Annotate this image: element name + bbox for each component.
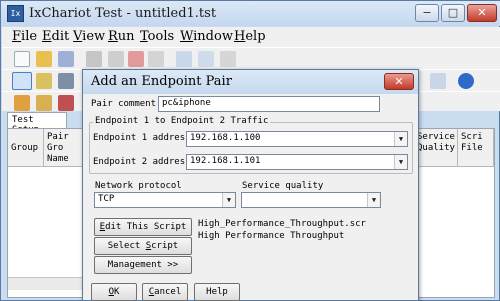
menu-tools-label: ools — [147, 29, 175, 44]
network-protocol-label: Network protocol — [95, 181, 182, 191]
info-icon[interactable] — [458, 73, 474, 89]
service-quality-label: Service quality — [242, 181, 324, 191]
menu-window-label: indow — [193, 29, 233, 44]
column-script-file[interactable]: Scri File — [458, 129, 494, 167]
service-quality-select[interactable]: ▼ — [241, 192, 381, 208]
menu-tools-accel: T — [140, 29, 148, 44]
ok-button[interactable]: OK — [91, 283, 137, 301]
menu-window[interactable]: Window — [180, 29, 233, 44]
dialog-close-button[interactable]: ✕ — [384, 73, 414, 90]
print-icon[interactable] — [86, 51, 102, 67]
column-script-file-line1: Scri — [461, 132, 483, 142]
ok-label: K — [114, 287, 120, 297]
column-group[interactable]: Group — [8, 129, 44, 167]
minimize-button[interactable]: − — [415, 4, 439, 22]
endpoint2-label: Endpoint 2 address — [93, 157, 191, 167]
menu-window-accel: W — [180, 29, 194, 44]
column-pair-group-name-line1: Pair Gro — [47, 132, 69, 153]
script-file-name: High_Performance_Throughput.scr — [198, 219, 366, 229]
edit-pair-icon[interactable] — [220, 51, 236, 67]
menubar: File Edit View Run Tools Window Help — [2, 27, 500, 47]
menu-edit-accel: E — [42, 29, 52, 44]
cancel-button[interactable]: Cancel — [142, 283, 188, 301]
endpoint2-value: 192.168.1.101 — [190, 156, 261, 166]
endpoint1-value: 192.168.1.100 — [190, 133, 261, 143]
endpoint1-address-select[interactable]: 192.168.1.100 ▼ — [186, 131, 408, 147]
network-protocol-value: TCP — [98, 194, 115, 204]
menu-file-accel: F — [12, 29, 22, 44]
menu-file-label: ile — [21, 29, 38, 44]
menu-view-label: iew — [82, 29, 106, 44]
new-file-icon[interactable] — [14, 51, 30, 67]
chevron-down-icon[interactable]: ▼ — [394, 132, 407, 146]
dialog-title-bar[interactable]: Add an Endpoint Pair ✕ — [83, 70, 418, 94]
window-title: IxChariot Test - untitled1.tst — [29, 6, 217, 21]
cut-icon[interactable] — [108, 51, 124, 67]
run-options-icon[interactable] — [36, 95, 52, 111]
stop-run-icon[interactable] — [58, 95, 74, 111]
column-pair-group-name-line2: Name — [47, 154, 69, 164]
paste-icon[interactable] — [198, 51, 214, 67]
menu-tools[interactable]: Tools — [140, 29, 174, 44]
select-script-label: cript — [151, 241, 179, 251]
menu-run-label: un — [117, 29, 135, 44]
standard-toolbar — [2, 47, 500, 69]
select-script-button[interactable]: Select Script — [94, 237, 192, 255]
add-endpoint-pair-dialog: Add an Endpoint Pair ✕ Pair comment: pc&… — [82, 69, 419, 301]
edit-script-label: dit This Script — [105, 222, 187, 232]
multicast-icon[interactable] — [36, 73, 52, 89]
column-script-file-line2: File — [461, 143, 483, 153]
stop-icon[interactable] — [128, 51, 144, 67]
menu-view-accel: V — [73, 29, 83, 44]
network-icon[interactable] — [58, 73, 74, 89]
column-service-quality-line1: Service — [417, 132, 455, 142]
help-button[interactable]: Help — [194, 283, 240, 301]
cancel-label: ancel — [154, 287, 182, 297]
menu-file[interactable]: File — [12, 29, 37, 44]
dialog-title: Add an Endpoint Pair — [91, 74, 232, 89]
menu-help-label: elp — [245, 29, 266, 44]
run-icon[interactable] — [14, 95, 30, 111]
endpoint2-address-select[interactable]: 192.168.1.101 ▼ — [186, 154, 408, 170]
traffic-group-label: Endpoint 1 to Endpoint 2 Traffic — [93, 116, 271, 126]
main-title-bar[interactable]: Ix IxChariot Test - untitled1.tst − □ ✕ — [1, 1, 500, 26]
menu-run[interactable]: Run — [108, 29, 135, 44]
chevron-down-icon[interactable]: ▼ — [394, 155, 407, 169]
column-service-quality[interactable]: Service Quality — [414, 129, 458, 167]
refresh-icon[interactable] — [430, 73, 446, 89]
endpoint1-label: Endpoint 1 address — [93, 133, 191, 143]
menu-view[interactable]: View — [73, 29, 105, 44]
pair-comment-label: Pair comment: — [91, 99, 162, 109]
select-script-pre: Select — [107, 241, 146, 251]
menu-edit-label: dit — [51, 29, 70, 44]
close-button[interactable]: ✕ — [467, 4, 497, 22]
menu-help-accel: H — [234, 29, 246, 44]
tab-test-setup[interactable]: Test Setup — [7, 112, 67, 135]
menu-edit[interactable]: Edit — [42, 29, 69, 44]
management-button[interactable]: Management >> — [94, 256, 192, 274]
save-icon[interactable] — [58, 51, 74, 67]
delete-icon[interactable] — [148, 51, 164, 67]
menu-help[interactable]: Help — [234, 29, 266, 44]
horizontal-scrollbar[interactable] — [8, 277, 90, 290]
maximize-button[interactable]: □ — [441, 4, 465, 22]
script-display-name: High Performance Throughput — [198, 231, 345, 241]
column-pair-group-name[interactable]: Pair Gro Name — [44, 129, 84, 167]
ixchariot-icon: Ix — [7, 5, 24, 22]
edit-script-button[interactable]: Edit This Script — [94, 218, 192, 236]
chevron-down-icon[interactable]: ▼ — [367, 193, 380, 207]
open-folder-icon[interactable] — [36, 51, 52, 67]
add-pair-icon[interactable] — [12, 72, 32, 90]
chevron-down-icon[interactable]: ▼ — [222, 193, 235, 207]
pair-comment-input[interactable]: pc&iphone — [158, 96, 380, 112]
menu-run-accel: R — [108, 29, 118, 44]
copy-icon[interactable] — [176, 51, 192, 67]
network-protocol-select[interactable]: TCP ▼ — [94, 192, 236, 208]
column-service-quality-line2: Quality — [417, 143, 455, 153]
